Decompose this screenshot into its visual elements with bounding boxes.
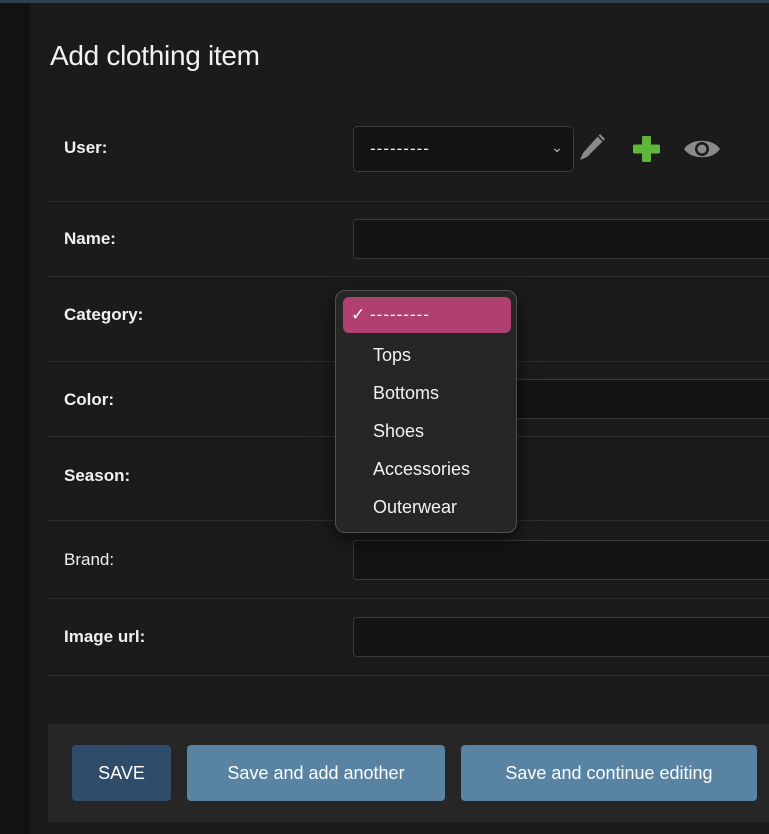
page-title: Add clothing item: [50, 40, 260, 71]
category-dropdown: ✓ --------- Tops Bottoms Shoes Accessori…: [335, 290, 517, 533]
field-label-season: Season:: [64, 466, 131, 485]
chevron-down-icon: ⌄: [551, 139, 563, 155]
form-row-name: Name:: [48, 202, 769, 277]
field-label-image-url: Image url:: [64, 627, 146, 646]
brand-input[interactable]: [353, 540, 769, 580]
dropdown-option-accessories[interactable]: Accessories: [373, 459, 470, 480]
field-label-color: Color:: [64, 390, 115, 409]
dropdown-option-label: ---------: [370, 305, 430, 324]
dropdown-option-tops[interactable]: Tops: [373, 345, 411, 366]
image-url-input[interactable]: [353, 617, 769, 657]
dropdown-option-outerwear[interactable]: Outerwear: [373, 497, 457, 518]
dropdown-option-empty[interactable]: ✓ ---------: [343, 297, 511, 333]
save-button[interactable]: SAVE: [72, 745, 171, 801]
user-select-value: ---------: [370, 139, 430, 158]
submit-row: SAVE Save and add another Save and conti…: [48, 724, 769, 822]
dropdown-option-shoes[interactable]: Shoes: [373, 421, 424, 442]
name-input[interactable]: [353, 219, 769, 259]
field-label-brand: Brand:: [64, 550, 115, 569]
form-row-user: User: --------- ⌄: [48, 113, 769, 202]
save-add-another-button[interactable]: Save and add another: [187, 745, 445, 801]
check-icon: ✓: [351, 305, 366, 324]
dropdown-option-bottoms[interactable]: Bottoms: [373, 383, 439, 404]
form-row-image-url: Image url:: [48, 599, 769, 676]
plus-icon[interactable]: [630, 134, 662, 164]
save-continue-button[interactable]: Save and continue editing: [461, 745, 757, 801]
user-select[interactable]: --------- ⌄: [353, 126, 574, 172]
page: Add clothing item User: --------- ⌄ Name…: [0, 3, 769, 834]
field-label-user: User:: [64, 138, 108, 157]
pencil-icon[interactable]: [576, 130, 608, 166]
field-label-name: Name:: [64, 229, 116, 248]
field-label-category: Category:: [64, 305, 144, 324]
eye-icon[interactable]: [682, 135, 722, 163]
